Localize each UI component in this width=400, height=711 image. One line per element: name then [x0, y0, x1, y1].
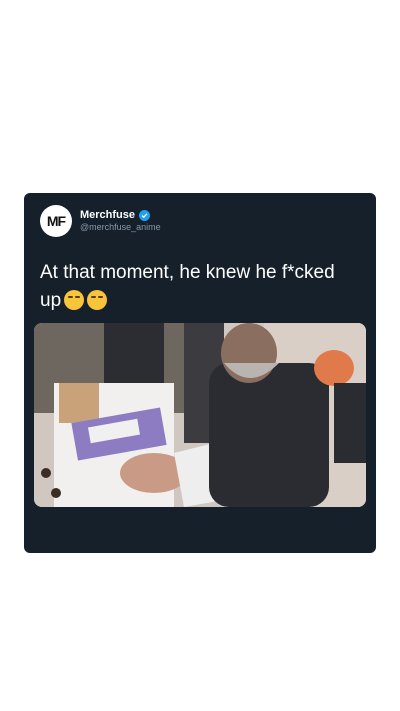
verified-badge-icon: [139, 209, 151, 221]
account-info: Merchfuse @merchfuse_anime: [80, 209, 161, 233]
face-with-tears-of-joy-icon: [87, 290, 108, 310]
tweet-header: MF Merchfuse @merchfuse_anime: [40, 205, 161, 237]
account-name[interactable]: Merchfuse: [80, 209, 135, 221]
tweet-card: MF Merchfuse @merchfuse_anime At that mo…: [24, 193, 376, 553]
tweet-body: At that moment, he knew he f*cked up: [40, 259, 360, 315]
tweet-text: At that moment, he knew he f*cked up: [40, 262, 335, 311]
face-with-tears-of-joy-icon: [64, 290, 85, 310]
account-handle[interactable]: @merchfuse_anime: [80, 222, 161, 233]
avatar[interactable]: MF: [40, 205, 72, 237]
video-frame: [34, 323, 366, 507]
name-row: Merchfuse: [80, 209, 161, 221]
tweet-video-thumbnail[interactable]: [34, 323, 366, 507]
